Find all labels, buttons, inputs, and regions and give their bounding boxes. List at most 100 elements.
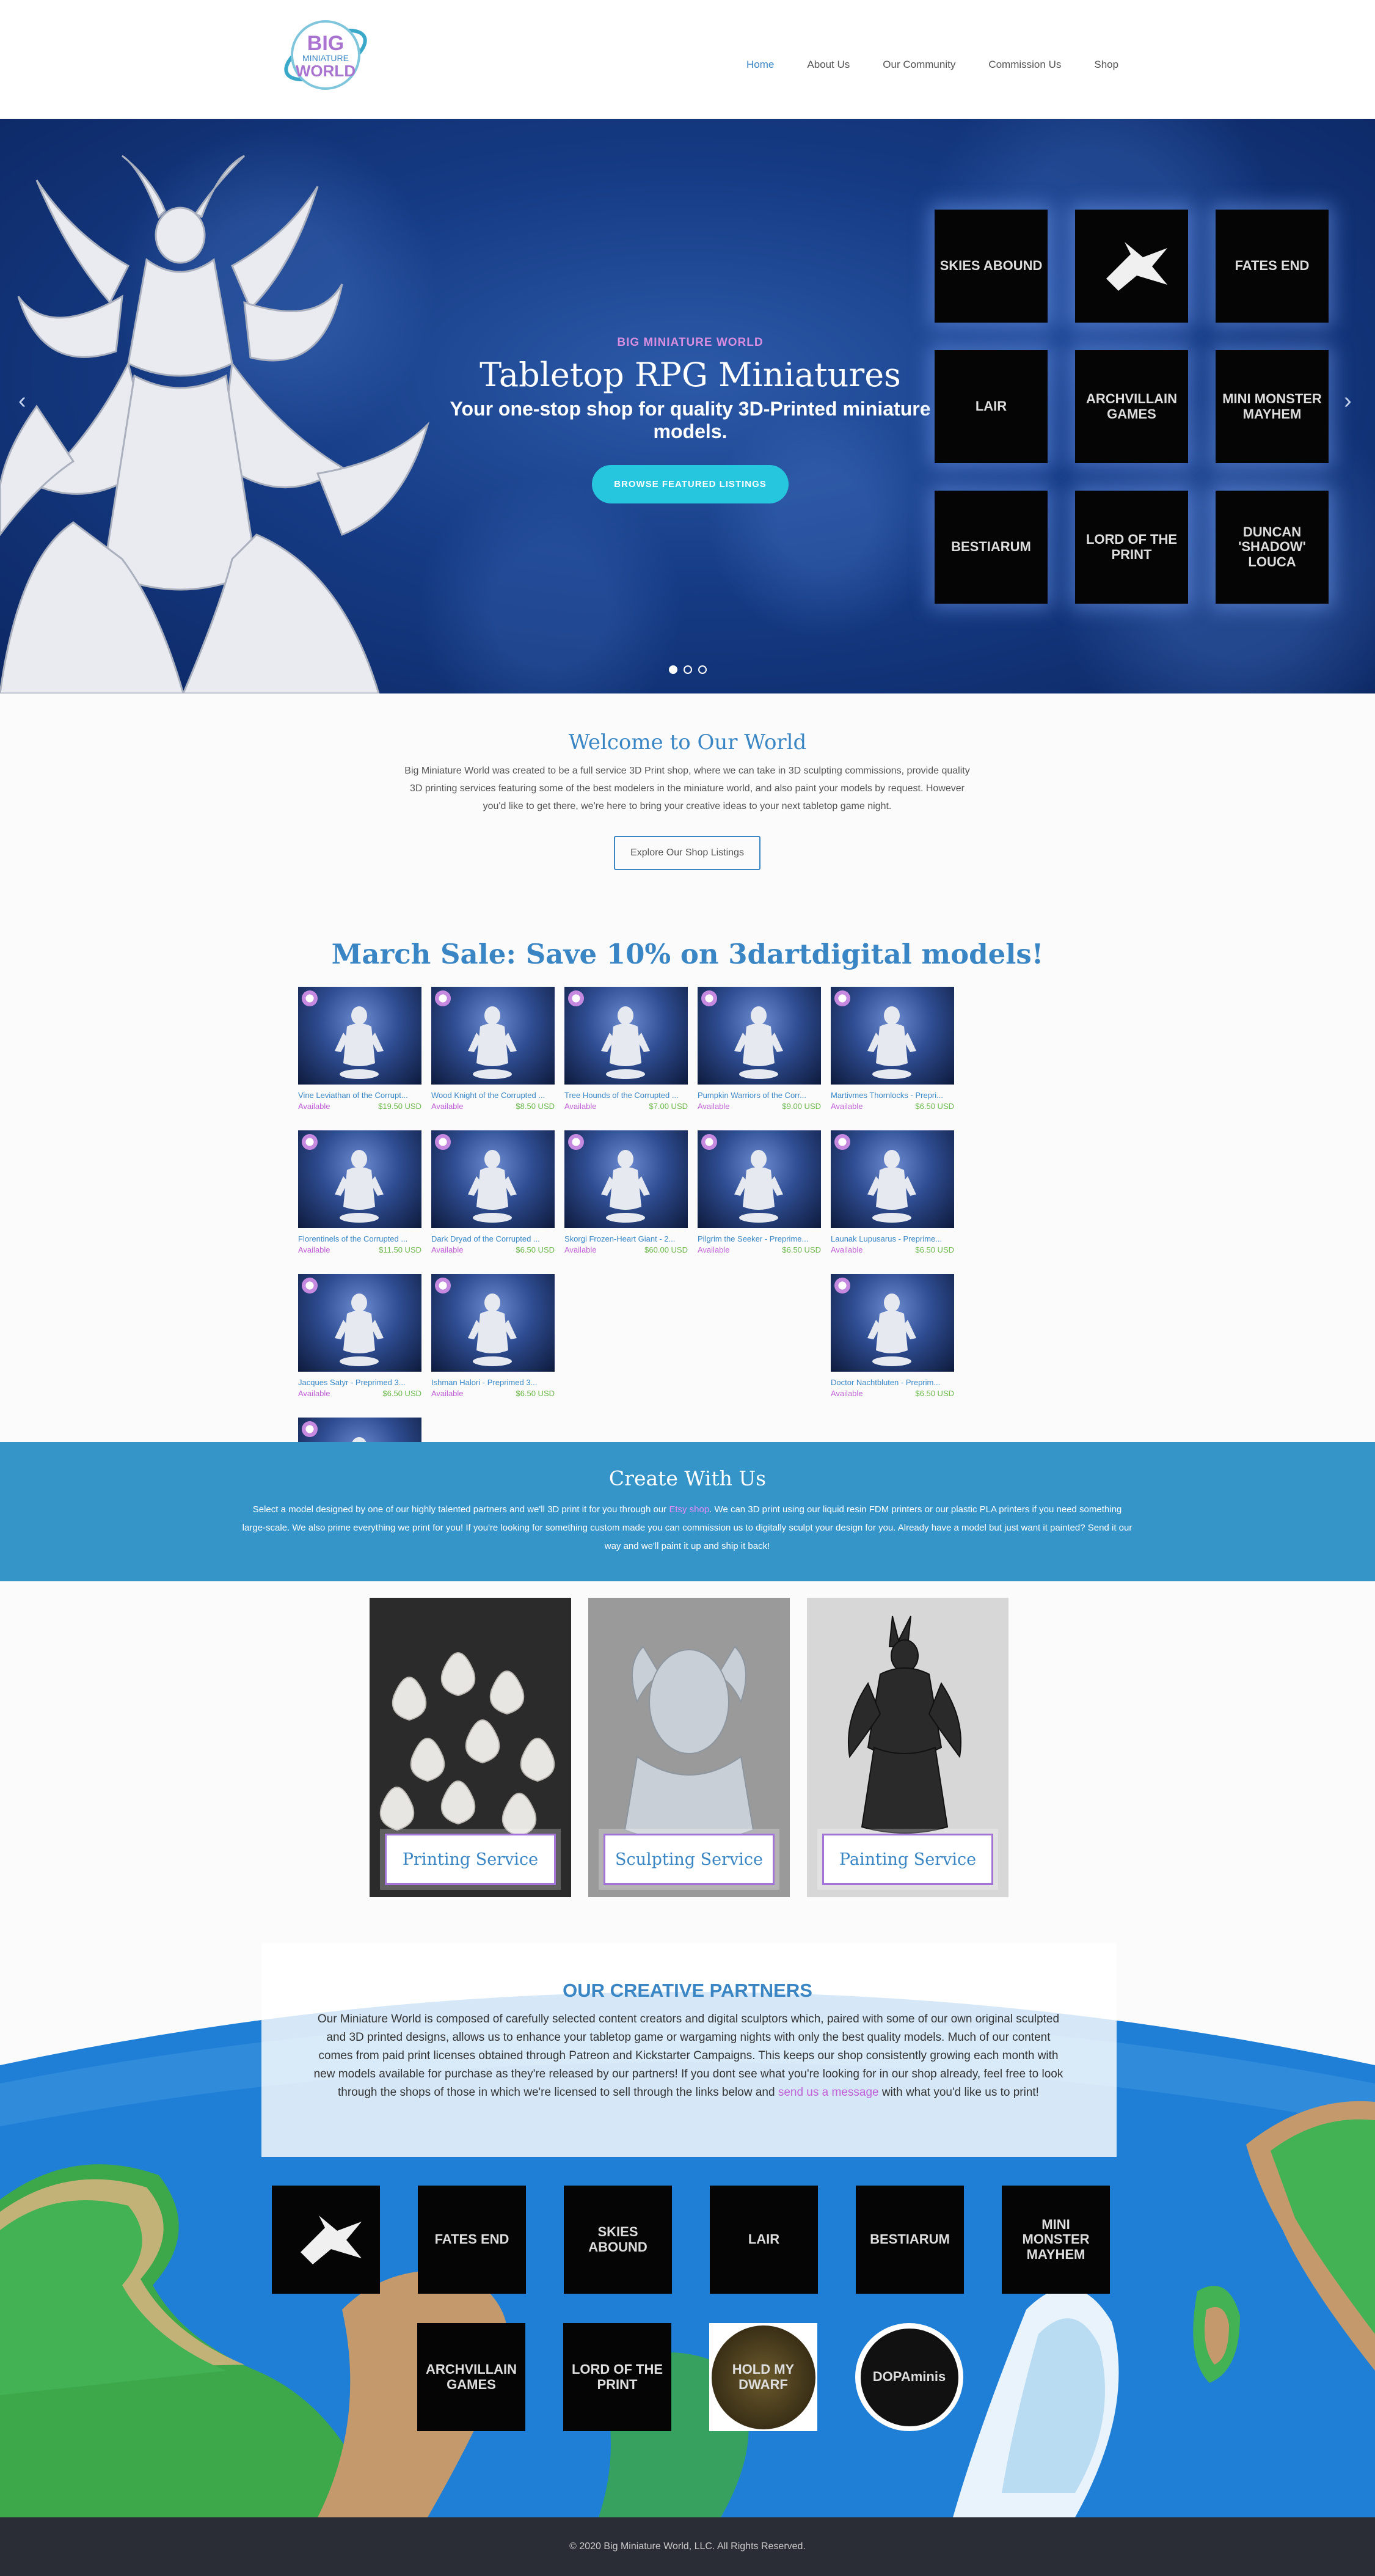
product-name[interactable]: Pilgrim the Seeker - Preprime... (698, 1234, 821, 1243)
shop-badge-icon (435, 1278, 451, 1293)
browse-listings-button[interactable]: BROWSE FEATURED LISTINGS (592, 465, 789, 503)
hero-partner-grid: SKIES ABOUND FATES END LAIR ARCHVILLAIN GAM… (935, 210, 1329, 604)
product-name[interactable]: Tree Hounds of the Corrupted ... (564, 1091, 688, 1100)
partner-logo-lord-of-the-print[interactable]: LORD OF THE PRINT (563, 2323, 671, 2431)
shop-badge-icon (568, 990, 584, 1006)
product-name[interactable]: Wood Knight of the Corrupted ... (431, 1091, 555, 1100)
product-card[interactable]: Wood Knight of the Corrupted ... Availabl… (431, 987, 555, 1130)
product-name[interactable]: Vine Leviathan of the Corrupt... (298, 1091, 421, 1100)
hero-tile-duncan-shadow-louca[interactable]: DUNCAN 'SHADOW' LOUCA (1216, 491, 1329, 604)
partner-logo-logo-0[interactable] (272, 2186, 380, 2294)
product-name[interactable]: Ishman Halori - Preprimed 3... (431, 1378, 555, 1387)
partner-logo-mini-monster-mayhem[interactable]: MINI MONSTER MAYHEM (1002, 2186, 1110, 2294)
nav-commission-us[interactable]: Commission Us (972, 55, 1078, 75)
hero-tile-lair[interactable]: LAIR (935, 350, 1048, 463)
product-image[interactable] (831, 1274, 954, 1372)
hero-tile-lord-of-the-print[interactable]: LORD OF THE PRINT (1075, 491, 1188, 604)
product-name[interactable]: Launak Lupusarus - Preprime... (831, 1234, 954, 1243)
sculpting-service-button[interactable]: Sculpting Service (604, 1834, 775, 1885)
product-card[interactable]: Jacques Satyr - Preprimed 3... Available $… (298, 1274, 421, 1418)
product-card[interactable]: Launak Lupusarus - Preprime... Available $… (831, 1130, 954, 1274)
hero-tile-logo-1[interactable] (1075, 210, 1188, 323)
product-image[interactable] (564, 987, 688, 1085)
partner-logo-bestiarum[interactable]: BESTIARUM (856, 2186, 964, 2294)
miniature-figure (468, 1293, 517, 1366)
product-price: $6.50 USD (516, 1245, 555, 1254)
product-image[interactable] (431, 1130, 555, 1228)
partner-logo-lair[interactable]: LAIR (710, 2186, 818, 2294)
explore-shop-button[interactable]: Explore Our Shop Listings (614, 836, 760, 870)
etsy-shop-link[interactable]: Etsy shop (669, 1504, 709, 1515)
product-name[interactable]: Doctor Nachtbluten - Preprim... (831, 1378, 954, 1387)
printing-service-button[interactable]: Printing Service (385, 1834, 556, 1885)
partner-logo-archvillain-games[interactable]: ARCHVILLAIN GAMES (417, 2323, 525, 2431)
hero-tile-archvillain-games[interactable]: ARCHVILLAIN GAMES (1075, 350, 1188, 463)
nav-home[interactable]: Home (730, 55, 790, 75)
dwarf-emblem: HOLD MY DWARF (711, 2325, 815, 2429)
hero-tile-mini-monster-mayhem[interactable]: MINI MONSTER MAYHEM (1216, 350, 1329, 463)
logo-line1: BIG (307, 32, 344, 55)
partner-logo-fates-end[interactable]: FATES END (418, 2186, 526, 2294)
product-card[interactable]: Ishman Halori - Preprimed 3... Available $… (431, 1274, 555, 1418)
slider-dot[interactable] (698, 665, 707, 674)
miniature-figure (468, 1006, 517, 1079)
send-message-link[interactable]: send us a message (778, 2086, 879, 2099)
product-name[interactable]: Jacques Satyr - Preprimed 3... (298, 1378, 421, 1387)
product-meta: Available $19.50 USD (298, 1102, 421, 1111)
painting-service-button[interactable]: Painting Service (822, 1834, 993, 1885)
slider-next-arrow-icon[interactable]: › (1344, 388, 1352, 414)
product-name[interactable]: Martivmes Thornlocks - Prepri... (831, 1091, 954, 1100)
product-image[interactable] (431, 987, 555, 1085)
product-name[interactable]: Dark Dryad of the Corrupted ... (431, 1234, 555, 1243)
product-card[interactable]: Dark Dryad of the Corrupted ... Available… (431, 1130, 555, 1274)
nav-shop[interactable]: Shop (1078, 55, 1135, 75)
product-image[interactable] (698, 987, 821, 1085)
product-availability: Available (564, 1245, 597, 1254)
copyright-text: © 2020 Big Miniature World, LLC. All Rig… (569, 2541, 806, 2552)
product-image[interactable] (298, 1130, 421, 1228)
product-meta: Available $6.50 USD (698, 1245, 821, 1254)
miniature-figure (601, 1006, 650, 1079)
product-card[interactable]: Vine Leviathan of the Corrupt... Availabl… (298, 987, 421, 1130)
partner-logo-dopaminis[interactable]: DOPAminis (855, 2323, 963, 2431)
painting-service-card[interactable]: Painting Service (807, 1598, 1008, 1897)
hero-tile-fates-end[interactable]: FATES END (1216, 210, 1329, 323)
product-card[interactable]: Doctor Nachtbluten - Preprim... Available… (831, 1274, 954, 1418)
product-image[interactable] (698, 1130, 821, 1228)
shop-badge-icon (302, 1278, 318, 1293)
product-image[interactable] (298, 987, 421, 1085)
slider-dot[interactable] (684, 665, 692, 674)
partner-logo-label: DOPAminis (872, 2369, 946, 2385)
hero-tile-bestiarum[interactable]: BESTIARUM (935, 491, 1048, 604)
partner-logo-skies-abound[interactable]: SKIES ABOUND (564, 2186, 672, 2294)
product-card[interactable]: Florentinels of the Corrupted ... Availab… (298, 1130, 421, 1274)
product-image[interactable] (831, 987, 954, 1085)
product-card[interactable]: Martivmes Thornlocks - Prepri... Availabl… (831, 987, 954, 1130)
product-price: $8.50 USD (516, 1102, 555, 1111)
product-name[interactable]: Florentinels of the Corrupted ... (298, 1234, 421, 1243)
slider-dot[interactable] (669, 665, 677, 674)
create-with-us-section: Create With Us Select a model designed b… (0, 1442, 1375, 1581)
partner-logo-hold-my-dwarf[interactable]: HOLD MY DWARF (709, 2323, 817, 2431)
nav-about-us[interactable]: About Us (790, 55, 866, 75)
product-image[interactable] (831, 1130, 954, 1228)
product-card[interactable]: Pumpkin Warriors of the Corr... Available… (698, 987, 821, 1130)
sculpting-service-card[interactable]: Sculpting Service (588, 1598, 790, 1897)
hero-tile-label: FATES END (1235, 258, 1310, 274)
nav-our-community[interactable]: Our Community (866, 55, 972, 75)
site-logo[interactable]: BIG MINIATURE WORLD (278, 12, 373, 98)
product-image[interactable] (564, 1130, 688, 1228)
sale-title: March Sale: Save 10% on 3dartdigital mod… (331, 938, 1044, 970)
slider-prev-arrow-icon[interactable]: ‹ (18, 388, 26, 414)
product-card[interactable]: Tree Hounds of the Corrupted ... Availabl… (564, 987, 688, 1130)
product-price: $6.50 USD (915, 1389, 954, 1398)
product-card[interactable]: Pilgrim the Seeker - Preprime... Availabl… (698, 1130, 821, 1274)
hero-tile-skies-abound[interactable]: SKIES ABOUND (935, 210, 1048, 323)
product-name[interactable]: Pumpkin Warriors of the Corr... (698, 1091, 821, 1100)
product-image[interactable] (431, 1274, 555, 1372)
product-image[interactable] (298, 1274, 421, 1372)
printing-service-card[interactable]: Printing Service (370, 1598, 571, 1897)
hero-tile-label: ARCHVILLAIN GAMES (1085, 391, 1178, 422)
product-card[interactable]: Skorgi Frozen-Heart Giant - 2... Availabl… (564, 1130, 688, 1274)
product-name[interactable]: Skorgi Frozen-Heart Giant - 2... (564, 1234, 688, 1243)
